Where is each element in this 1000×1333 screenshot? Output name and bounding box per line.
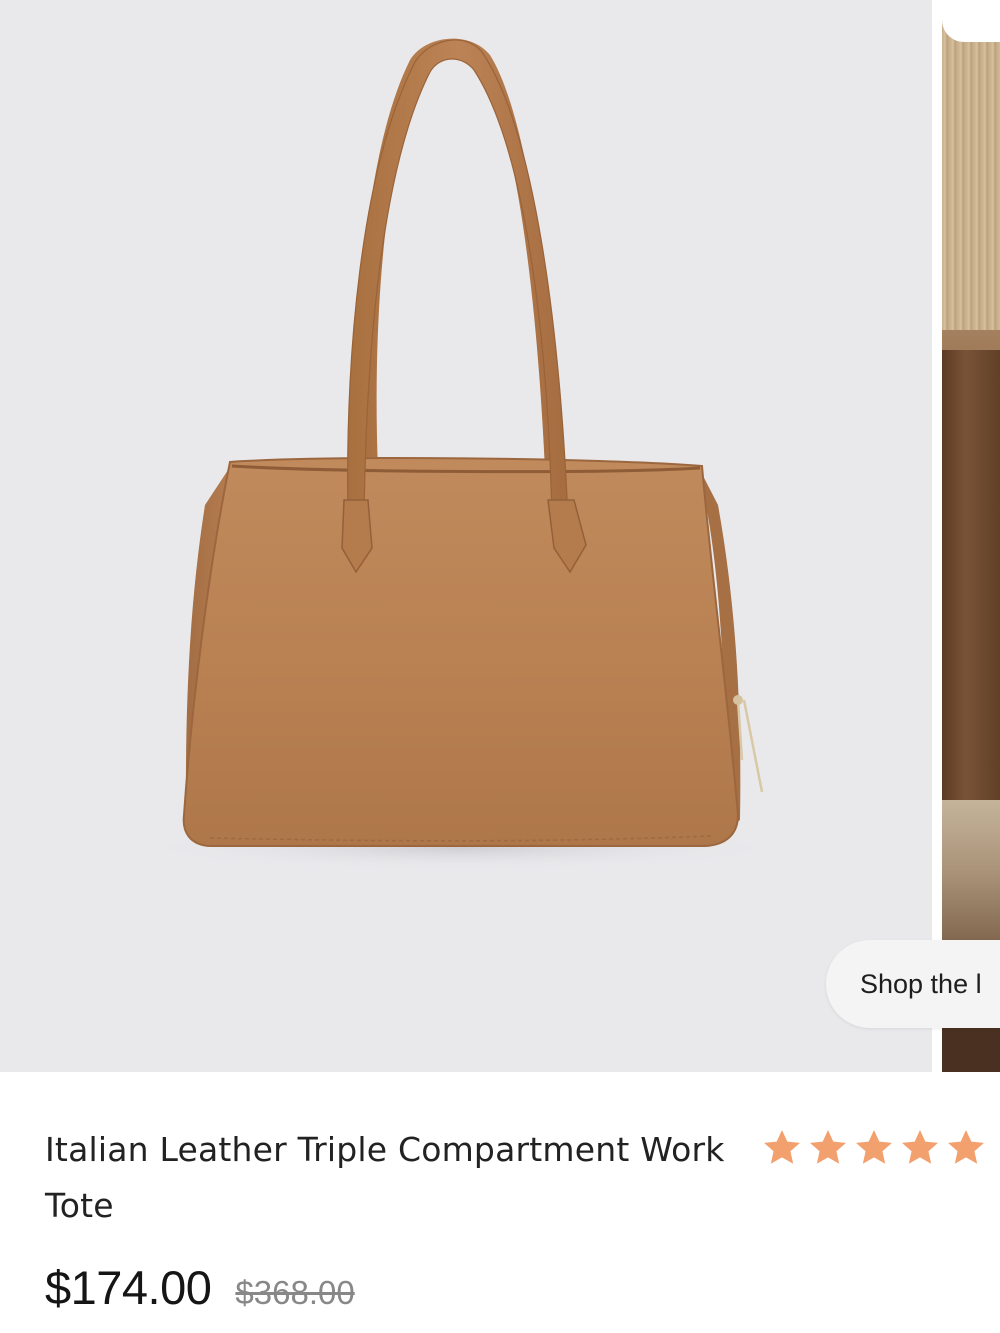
bag-body xyxy=(182,457,740,847)
star-icon xyxy=(810,1130,846,1164)
star-icon xyxy=(902,1130,938,1164)
wood-surface xyxy=(942,800,1000,950)
zipper-pull xyxy=(736,699,764,793)
original-price: $368.00 xyxy=(235,1274,355,1311)
carousel-gap xyxy=(932,0,942,1072)
shop-the-look-label: Shop the l xyxy=(860,969,982,999)
star-icon xyxy=(856,1130,892,1164)
image-badge xyxy=(942,0,1000,42)
next-product-image[interactable] xyxy=(942,0,1000,1072)
tote-bag-illustration xyxy=(130,38,790,870)
wood-wall xyxy=(942,0,1000,330)
product-card-page: Shop the l Italian Leather Triple Compar… xyxy=(0,0,1000,1333)
back-strap xyxy=(357,38,560,471)
product-title[interactable]: Italian Leather Triple Compartment Work … xyxy=(45,1122,725,1234)
sale-price: $174.00 xyxy=(45,1261,212,1314)
star-icon xyxy=(948,1130,984,1164)
zipper-ring xyxy=(733,695,743,705)
main-product-image[interactable] xyxy=(0,0,932,1072)
price-row: $174.00 $368.00 xyxy=(45,1260,355,1320)
star-icon xyxy=(764,1130,800,1164)
rating-summary[interactable]: ( xyxy=(760,1122,1000,1174)
wood-shelf xyxy=(942,350,1000,830)
product-info: Italian Leather Triple Compartment Work … xyxy=(0,1072,1000,1333)
product-image-carousel[interactable]: Shop the l xyxy=(0,0,1000,1072)
shop-the-look-button[interactable]: Shop the l xyxy=(826,940,1000,1028)
